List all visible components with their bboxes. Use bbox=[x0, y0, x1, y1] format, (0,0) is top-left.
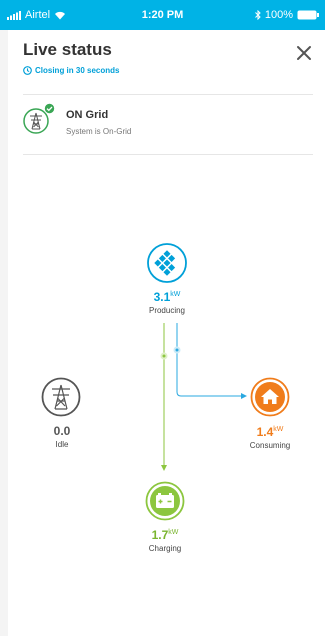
power-tower-icon bbox=[41, 377, 81, 417]
battery-label: Charging bbox=[148, 544, 182, 553]
solar-label: Producing bbox=[148, 306, 186, 315]
battery-value-number: 1.7 bbox=[151, 528, 169, 542]
status-right: 100% bbox=[255, 9, 319, 21]
home-label: Consuming bbox=[249, 441, 291, 450]
solar-value-number: 3.1 bbox=[153, 290, 171, 304]
bluetooth-icon bbox=[255, 10, 261, 20]
battery-unit: kW bbox=[168, 529, 179, 536]
battery-icon bbox=[297, 10, 319, 20]
battery-charging-icon bbox=[145, 481, 185, 521]
grid-value: 0.0 bbox=[53, 424, 71, 438]
battery-percent: 100% bbox=[264, 9, 293, 21]
battery-value: 1.7kW bbox=[135, 528, 195, 542]
home-unit: kW bbox=[273, 426, 284, 433]
home-icon bbox=[250, 377, 290, 417]
grid-label: Idle bbox=[55, 440, 69, 449]
flow-line-home bbox=[176, 323, 244, 397]
flow-dot-battery bbox=[160, 352, 168, 360]
live-status-panel: Live status Closing in 30 seconds ON Gri… bbox=[8, 30, 325, 636]
solar-unit: kW bbox=[170, 291, 181, 298]
home-value: 1.4kW bbox=[240, 425, 300, 439]
flow-dot-home bbox=[173, 346, 181, 354]
solar-value: 3.1kW bbox=[137, 290, 197, 304]
home-value-number: 1.4 bbox=[256, 425, 274, 439]
flow-arrow-battery bbox=[161, 465, 167, 471]
status-bar: Airtel 1:20 PM 100% bbox=[0, 0, 325, 30]
solar-panel-icon bbox=[147, 243, 187, 283]
flow-arrow-home bbox=[241, 393, 247, 399]
